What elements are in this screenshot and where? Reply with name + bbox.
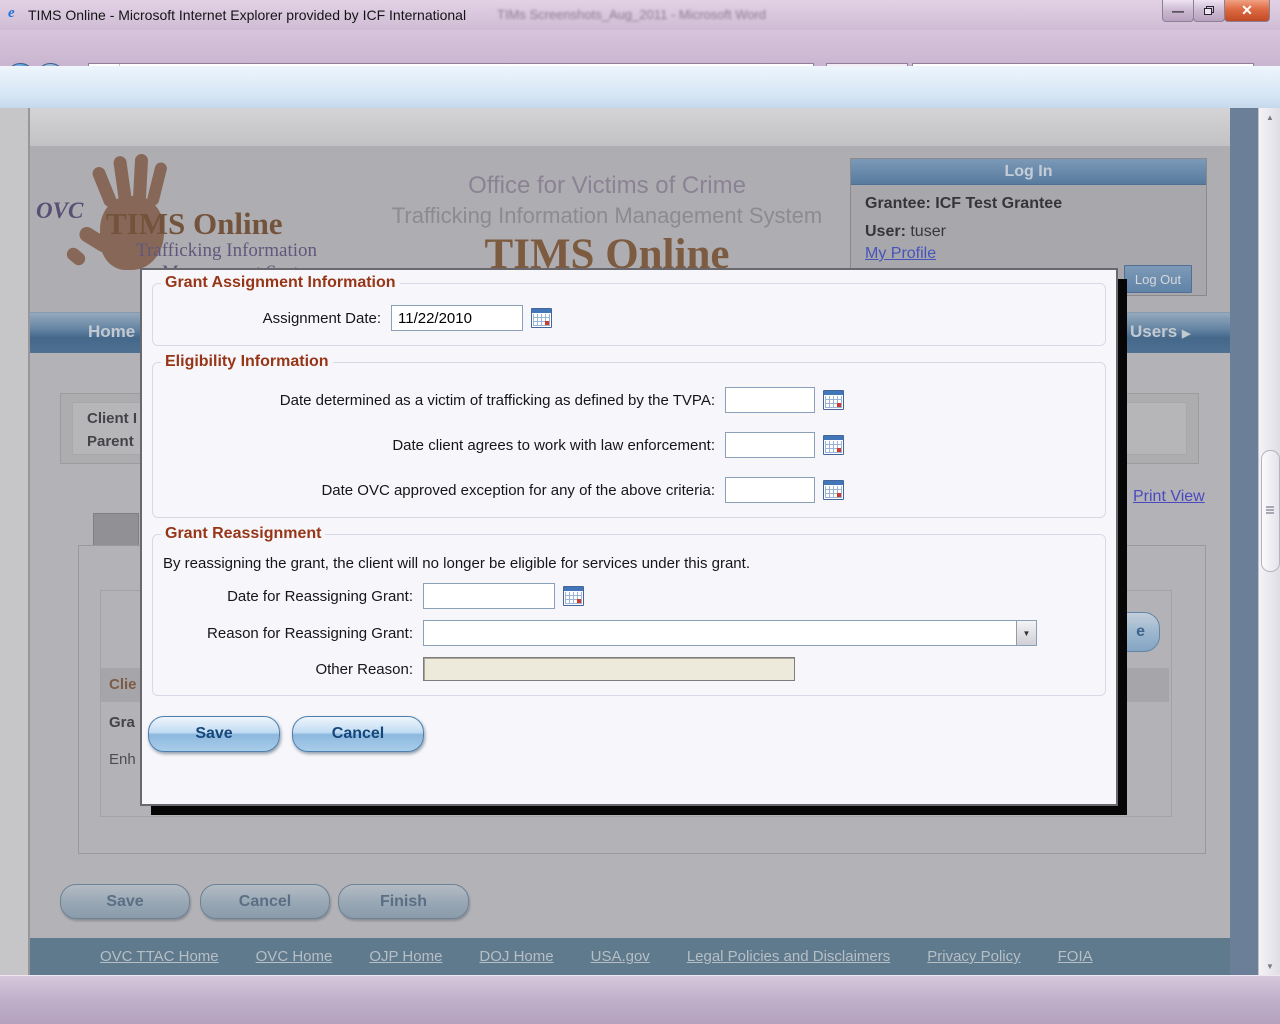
law-enforcement-date-calendar-icon[interactable] — [823, 435, 844, 455]
close-button[interactable]: ✕ — [1224, 0, 1270, 22]
footer-link-foia[interactable]: FOIA — [1058, 948, 1093, 965]
my-profile-link[interactable]: My Profile — [865, 245, 936, 263]
restore-icon — [1204, 6, 1214, 15]
ovc-exception-date-calendar-icon[interactable] — [823, 480, 844, 500]
tvpa-date-calendar-icon[interactable] — [823, 390, 844, 410]
tvpa-date-label: Date determined as a victim of trafficki… — [279, 391, 715, 409]
assignment-date-input[interactable] — [391, 305, 523, 331]
ovc-exception-date-label: Date OVC approved exception for any of t… — [321, 481, 715, 499]
law-enforcement-date-label: Date client agrees to work with law enfo… — [392, 436, 715, 454]
window-titlebar: e TIMS Online - Microsoft Internet Explo… — [0, 0, 1280, 31]
print-view-link[interactable]: Print View — [1133, 488, 1205, 506]
background-tab[interactable] — [93, 513, 139, 546]
footer-link-ojp-home[interactable]: OJP Home — [369, 948, 442, 965]
page-scrollbar[interactable]: ▲ ▼ — [1258, 108, 1280, 975]
other-reason-input-disabled — [423, 657, 795, 681]
page-background-strip — [1230, 108, 1258, 975]
law-enforcement-date-input[interactable] — [725, 432, 815, 458]
ovc-exception-date-input[interactable] — [725, 477, 815, 503]
eligibility-section-title: Eligibility Information — [165, 353, 329, 370]
reassign-reason-dropdown-icon[interactable]: ▼ — [1016, 621, 1036, 645]
scrollbar-thumb[interactable] — [1261, 450, 1280, 572]
minimize-button[interactable]: — — [1162, 0, 1194, 22]
footer-link-usa-gov[interactable]: USA.gov — [591, 948, 650, 965]
modal-save-button[interactable]: Save — [148, 716, 280, 752]
taskbar: O e ↺ ☎ W Desktop » ▲ ⚑ 5:27 PM — [0, 975, 1280, 1024]
scroll-up-icon[interactable]: ▲ — [1259, 108, 1280, 126]
reassign-date-calendar-icon[interactable] — [563, 586, 584, 606]
reassign-reason-label: Reason for Reassigning Grant: — [207, 624, 413, 642]
login-box-title: Log In — [851, 159, 1206, 185]
site-title-line2: Trafficking Information Management Syste… — [391, 203, 823, 228]
footer-link-privacy-policy[interactable]: Privacy Policy — [927, 948, 1020, 965]
grant-assignment-dialog: Grant Assignment Information Assignment … — [140, 268, 1118, 806]
user-line: User: tuser — [865, 223, 946, 240]
page-footer: OVC TTAC Home OVC Home OJP Home DOJ Home… — [30, 938, 1230, 975]
assignment-section-title: Grant Assignment Information — [165, 274, 396, 291]
ovc-logo-text: OVC — [36, 198, 84, 223]
footer-link-ovc-home[interactable]: OVC Home — [256, 948, 333, 965]
assignment-section: Grant Assignment Information Assignment … — [152, 274, 1106, 346]
scroll-down-icon[interactable]: ▼ — [1259, 957, 1280, 975]
window-title: TIMS Online - Microsoft Internet Explore… — [28, 7, 467, 23]
footer-link-legal-policies[interactable]: Legal Policies and Disclaimers — [687, 948, 890, 965]
logout-button[interactable]: Log Out — [1124, 265, 1192, 293]
reassign-reason-select[interactable]: ▼ — [423, 620, 1037, 646]
page-finish-button[interactable]: Finish — [338, 884, 469, 919]
site-title-line1: Office for Victims of Crime — [468, 172, 746, 199]
reassignment-section: Grant Reassignment By reassigning the gr… — [152, 525, 1106, 696]
tvpa-date-input[interactable] — [725, 387, 815, 413]
nav-users[interactable]: Users ▶ — [1130, 322, 1190, 342]
logo-subtitle-1: Trafficking Information — [136, 240, 318, 261]
other-reason-label: Other Reason: — [315, 660, 413, 678]
nav-home[interactable]: Home — [88, 322, 135, 342]
site-title-block: Office for Victims of Crime Trafficking … — [372, 172, 842, 279]
ojp-banner: Office of Justice Programs — [30, 108, 1230, 256]
eligibility-section: Eligibility Information Date determined … — [152, 353, 1106, 518]
ie-window-icon: e — [8, 5, 15, 21]
scrollbar-grip — [1266, 506, 1274, 508]
window-controls: — ✕ — [1162, 0, 1270, 22]
screen: e TIMS Online - Microsoft Internet Explo… — [0, 0, 1280, 1024]
assignment-date-calendar-icon[interactable] — [531, 308, 552, 328]
page-save-button[interactable]: Save — [60, 884, 190, 919]
reassign-date-label: Date for Reassigning Grant: — [227, 587, 413, 605]
nav-users-arrow-icon: ▶ — [1182, 328, 1191, 340]
background-table-header-text: Clie — [109, 676, 137, 693]
background-window-title: TIMs Screenshots_Aug_2011 - Microsoft Wo… — [497, 7, 767, 22]
reassignment-note: By reassigning the grant, the client wil… — [163, 555, 750, 572]
assignment-date-label: Assignment Date: — [262, 309, 381, 327]
footer-link-doj-home[interactable]: DOJ Home — [479, 948, 553, 965]
modal-button-row: Save Cancel — [148, 716, 1106, 752]
grantee-line: Grantee: ICF Test Grantee — [865, 195, 1063, 212]
tabs-bar: ★ Favorites e TIMS Online — [0, 66, 1280, 175]
reassign-date-input[interactable] — [423, 583, 555, 609]
restore-button[interactable] — [1193, 0, 1225, 22]
page-cancel-button[interactable]: Cancel — [200, 884, 330, 919]
background-table-row1: Gra — [109, 714, 135, 731]
background-table-row2: Enh — [109, 751, 136, 768]
address-bar: ← → ▼ e http://tims.dev.icfi.com/ClientF… — [0, 30, 1280, 94]
modal-cancel-button[interactable]: Cancel — [292, 716, 424, 752]
reassignment-section-title: Grant Reassignment — [165, 525, 322, 542]
footer-link-ovc-ttac-home[interactable]: OVC TTAC Home — [100, 948, 219, 965]
logo-title: TIMS Online — [106, 206, 283, 241]
